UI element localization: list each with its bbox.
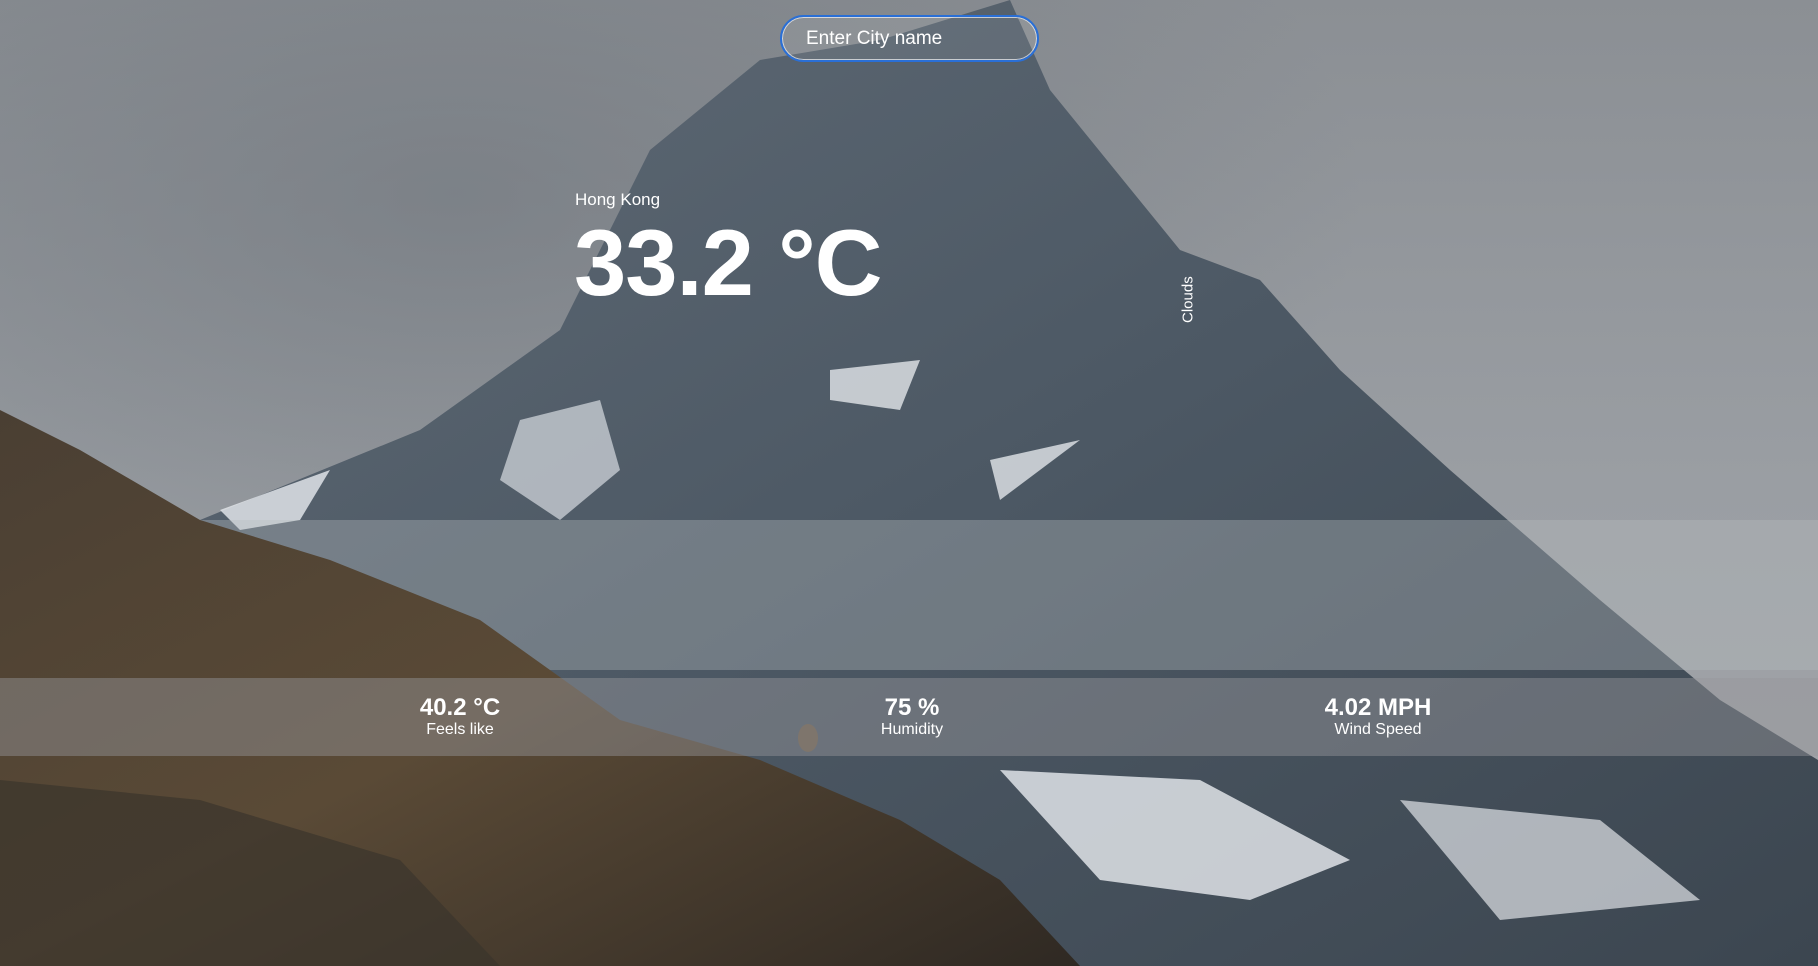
city-search-input[interactable] — [780, 15, 1039, 62]
feels-like-stat: 40.2 °C Feels like — [420, 678, 500, 756]
humidity-stat: 75 % Humidity — [881, 678, 943, 756]
wind-speed-stat: 4.02 MPH Wind Speed — [1325, 678, 1432, 756]
city-name: Hong Kong — [575, 190, 661, 209]
humidity-label: Humidity — [880, 721, 944, 738]
weather-condition: Clouds — [1179, 276, 1197, 324]
wind-speed-value: 4.02 MPH — [1324, 693, 1432, 721]
humidity-value: 75 % — [884, 693, 940, 721]
weather-details-bar: 40.2 °C Feels like 75 % Humidity 4.02 MP… — [0, 678, 1818, 756]
weather-app: Hong Kong 33.2 °C Clouds 40.2 °C Feels l… — [0, 0, 1818, 966]
mountain-background-image — [0, 0, 1818, 966]
current-temperature: 33.2 °C — [574, 210, 883, 315]
feels-like-value: 40.2 °C — [419, 693, 501, 721]
wind-speed-label: Wind Speed — [1334, 721, 1422, 738]
feels-like-label: Feels like — [426, 721, 494, 738]
search-bar — [780, 15, 1039, 62]
